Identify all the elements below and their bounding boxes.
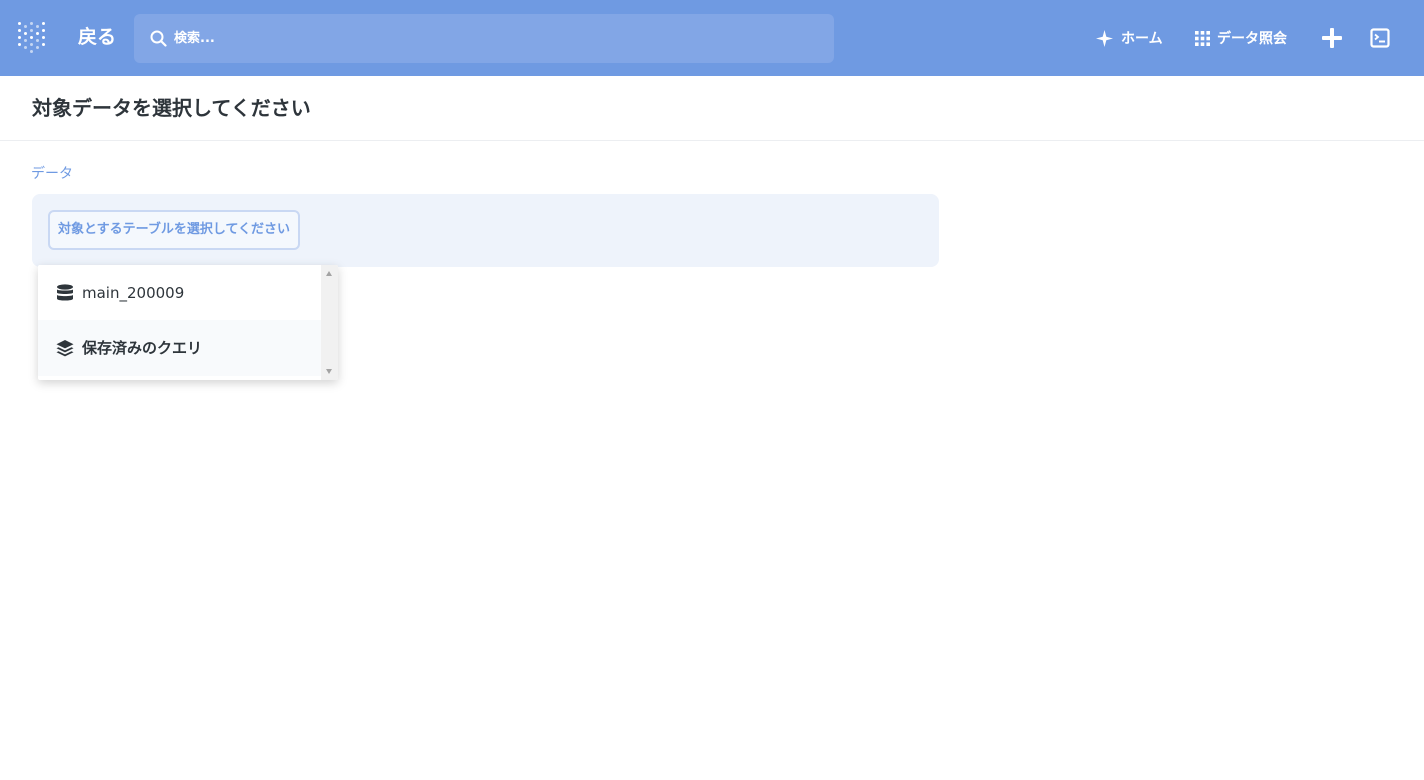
grid-icon: [1195, 30, 1210, 46]
option-database[interactable]: main_200009: [38, 265, 321, 321]
search-icon: [150, 30, 167, 47]
new-button[interactable]: [1321, 27, 1343, 49]
data-source-dropdown: main_200009 保存済みのクエリ: [38, 265, 338, 380]
browse-data-label: データ照会: [1217, 31, 1287, 47]
sparkle-icon: [1096, 29, 1113, 47]
page-header: 対象データを選択してください: [0, 76, 1424, 141]
home-label: ホーム: [1121, 31, 1163, 47]
option-saved-questions[interactable]: 保存済みのクエリ: [38, 320, 321, 376]
metabase-logo-icon[interactable]: [18, 22, 46, 54]
sql-editor-button[interactable]: [1370, 28, 1390, 48]
browse-data-link[interactable]: データ照会: [1195, 26, 1287, 50]
scroll-up-arrow-icon[interactable]: [326, 271, 332, 276]
search-bar[interactable]: 検索...: [134, 14, 834, 63]
home-link[interactable]: ホーム: [1096, 26, 1163, 50]
page-title: 対象データを選択してください: [32, 96, 311, 120]
sql-editor-icon: [1370, 28, 1390, 48]
database-icon: [57, 284, 73, 301]
dropdown-scrollbar[interactable]: [321, 265, 338, 380]
option-database-label: main_200009: [82, 284, 185, 302]
scroll-down-arrow-icon[interactable]: [326, 369, 332, 374]
select-table-button[interactable]: 対象とするテーブルを選択してください: [48, 210, 301, 250]
stack-layers-icon: [56, 340, 74, 357]
search-placeholder: 検索...: [174, 31, 215, 46]
option-saved-questions-label: 保存済みのクエリ: [82, 339, 203, 357]
data-step-box: 対象とするテーブルを選択してください: [32, 194, 939, 267]
back-link[interactable]: 戻る: [78, 24, 116, 50]
data-step-label: データ: [31, 166, 73, 182]
plus-icon: [1322, 28, 1342, 48]
top-navbar: 戻る 検索... ホーム データ照会: [0, 0, 1424, 76]
